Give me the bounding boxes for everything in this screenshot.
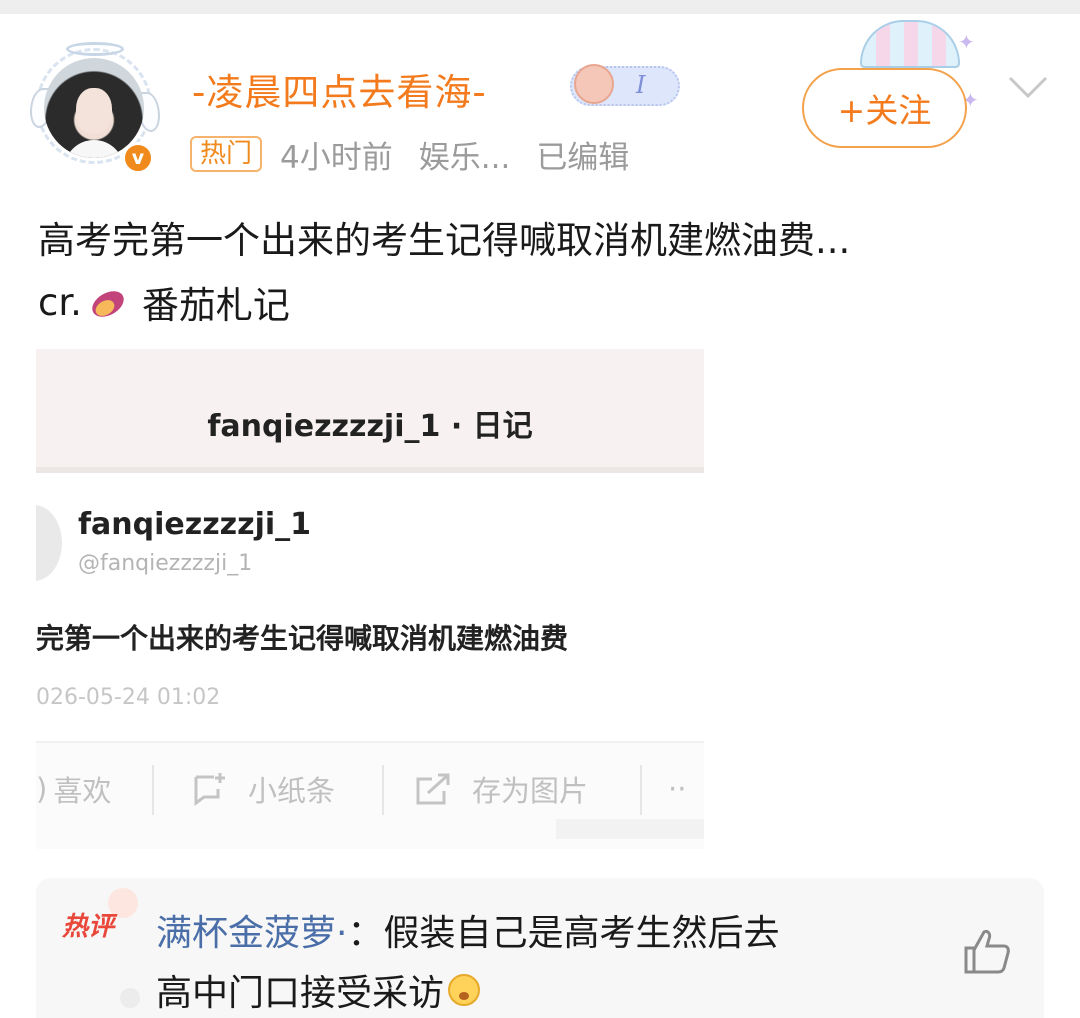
embedded-header: fanqiezzzzji_1 · 日记 <box>36 349 704 473</box>
embedded-more-action: ·· <box>668 772 687 806</box>
chevron-down-icon[interactable] <box>1006 70 1050 106</box>
embedded-header-title: fanqiezzzzji_1 · 日记 <box>207 409 533 444</box>
hot-comment[interactable]: 热评 满杯金菠萝·：假装自己是高考生然后去 高中门口接受采访 <box>36 878 1044 1018</box>
hot-comment-decoration <box>120 988 140 1008</box>
medal-glyph: I <box>636 71 646 99</box>
sparkle-icon: ✦ <box>958 30 975 54</box>
post-text: 高考完第一个出来的考生记得喊取消机建燃油费... <box>38 219 851 262</box>
embedded-author-handle: @fanqiezzzzji_1 <box>78 551 253 576</box>
embedded-save-label: 存为图片 <box>472 774 589 808</box>
hot-tag: 热门 <box>190 136 263 172</box>
embedded-like-label: 喜欢 <box>53 774 112 808</box>
crying-face-emoji <box>448 974 481 1006</box>
embedded-save-action: 存为图片 <box>414 769 588 809</box>
embedded-entry: fanqiezzzzji_1 @fanqiezzzzji_1 完第一个出来的考生… <box>36 479 704 741</box>
credit-name[interactable]: 番茄札记 <box>142 275 290 329</box>
avatar-photo <box>44 58 144 158</box>
edited-label[interactable]: 已编辑 <box>536 132 629 177</box>
post-meta: 热门 4小时前 娱乐... 已编辑 <box>190 132 629 177</box>
post-category[interactable]: 娱乐... <box>419 132 511 177</box>
divider <box>382 765 384 815</box>
post-credit: cr. 番茄札记 <box>38 275 290 329</box>
embedded-body-text: 完第一个出来的考生记得喊取消机建燃油费 <box>36 622 569 655</box>
username[interactable]: -凌晨四点去看海- <box>192 62 487 116</box>
embedded-note-label: 小纸条 <box>248 774 336 808</box>
thumbs-up-icon[interactable] <box>962 926 1012 976</box>
embedded-watermark-area <box>556 819 704 839</box>
comment-username[interactable]: 满杯金菠萝· <box>156 913 347 954</box>
sweet-potato-emoji <box>92 291 124 317</box>
follow-button[interactable]: +关注 <box>802 68 967 148</box>
verified-badge-icon: v <box>122 142 154 174</box>
embedded-author-name: fanqiezzzzji_1 <box>78 507 312 542</box>
credit-prefix: cr. <box>38 280 82 324</box>
embedded-like-action: ) 喜欢 <box>36 769 111 809</box>
post-time: 4小时前 <box>280 139 393 176</box>
embedded-note-action: 小纸条 <box>192 769 335 809</box>
comment-text-line2: 高中门口接受采访 <box>156 973 445 1014</box>
hot-comment-label: 热评 <box>62 912 115 942</box>
divider <box>152 765 154 815</box>
bear-icon <box>574 64 614 104</box>
avatar[interactable]: v <box>30 42 160 177</box>
top-strip <box>0 0 1080 14</box>
hot-comment-line1: 满杯金菠萝·：假装自己是高考生然后去 <box>156 913 780 954</box>
halo-decoration <box>66 42 124 56</box>
user-medal-badge[interactable]: I <box>570 64 680 106</box>
divider <box>640 765 642 815</box>
hot-comment-line2: 高中门口接受采访 <box>156 964 481 1016</box>
embedded-date: 026-05-24 01:02 <box>36 685 221 710</box>
embedded-image[interactable]: fanqiezzzzji_1 · 日记 fanqiezzzzji_1 @fanq… <box>36 349 704 849</box>
share-image-icon <box>416 773 450 805</box>
note-add-icon <box>194 773 225 806</box>
follow-umbrella-decoration <box>860 14 970 74</box>
comment-text-line1: 假装自己是高考生然后去 <box>383 913 780 954</box>
embedded-avatar <box>36 505 62 581</box>
